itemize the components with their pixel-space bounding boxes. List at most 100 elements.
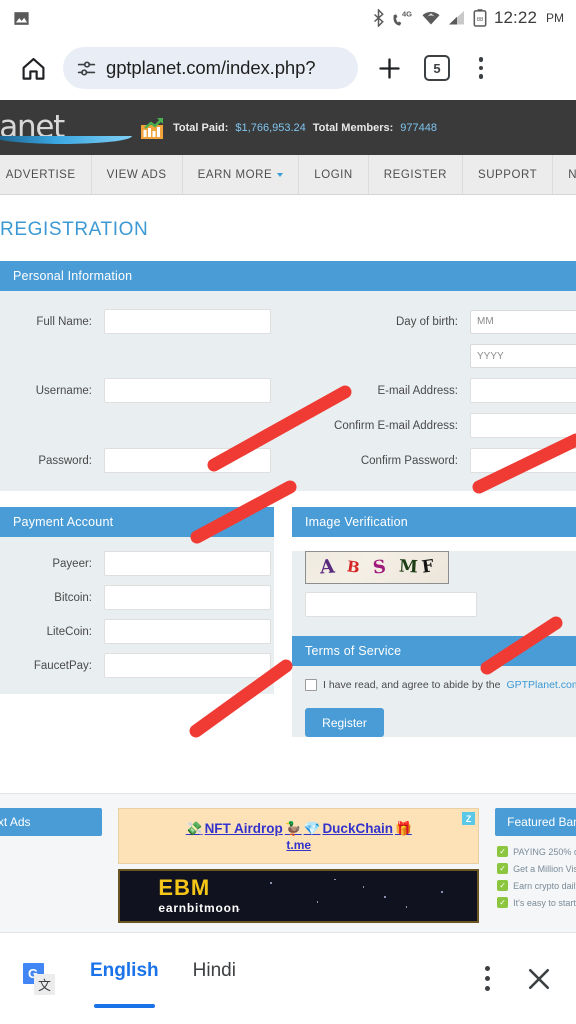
confirm-password-input[interactable] xyxy=(470,448,576,473)
username-input[interactable] xyxy=(104,378,271,403)
captcha-input[interactable] xyxy=(305,592,477,617)
bitcoin-input[interactable] xyxy=(104,585,271,610)
nav-label: EARN MORE xyxy=(197,168,273,181)
full-name-label: Full Name: xyxy=(36,315,92,328)
email-input[interactable] xyxy=(470,378,576,403)
translate-target-language[interactable]: Hindi xyxy=(193,960,236,998)
captcha-char: S xyxy=(372,555,388,579)
captcha-char: M xyxy=(398,556,419,578)
gem-emoji: 💎 xyxy=(303,820,321,836)
translate-close-button[interactable] xyxy=(524,964,554,994)
nav-item-advertise[interactable]: ADVERTISE xyxy=(0,155,92,194)
username-label: Username: xyxy=(35,384,92,397)
featured-banner-panel: Featured Banner ✓ PAYING 250% on Ad Packs… xyxy=(495,808,576,923)
confirm-password-label: Confirm Password: xyxy=(360,454,458,467)
personal-information-body: Full Name: Day of birth: MM - xyxy=(0,291,576,491)
list-item: ✓ It's easy to start today xyxy=(495,894,576,911)
nav-item-view-ads[interactable]: VIEW ADS xyxy=(92,155,183,194)
terms-agreement-row: I have read, and agree to abide by the G… xyxy=(292,666,576,691)
list-item: ✓ Get a Million Visitors xyxy=(495,860,576,877)
dob-month-value: MM xyxy=(477,316,494,327)
translate-bar-actions xyxy=(485,964,554,994)
nav-item-news[interactable]: NEWS xyxy=(553,155,576,194)
text-ad[interactable]: 💸 NFT Airdrop 🦆 💎 DuckChain 🎁 t.me Z xyxy=(118,808,480,864)
faucetpay-label: FaucetPay: xyxy=(33,659,92,672)
payeer-input[interactable] xyxy=(104,551,271,576)
translate-menu-button[interactable] xyxy=(485,966,490,991)
site-logo[interactable]: gptplanet xyxy=(0,112,140,144)
status-left-icons xyxy=(12,9,31,28)
new-tab-button[interactable] xyxy=(367,46,411,90)
page-body: REGISTRATION Personal Information Full N… xyxy=(0,195,576,968)
password-input[interactable] xyxy=(104,448,271,473)
register-button[interactable]: Register xyxy=(305,708,384,737)
featured-banner-header: Featured Banner xyxy=(495,808,576,836)
faucetpay-input[interactable] xyxy=(104,653,271,678)
translate-source-language[interactable]: English xyxy=(90,960,159,1008)
text-ad-line-2[interactable]: t.me xyxy=(286,838,311,852)
dob-month-select[interactable]: MM xyxy=(470,309,576,334)
browser-menu-button[interactable] xyxy=(463,48,499,88)
overflow-menu-icon xyxy=(478,57,484,62)
litecoin-label: LiteCoin: xyxy=(46,625,92,638)
check-icon: ✓ xyxy=(497,846,509,857)
terms-text: I have read, and agree to abide by the xyxy=(323,679,501,691)
plus-icon xyxy=(378,57,400,79)
check-icon: ✓ xyxy=(497,897,509,908)
litecoin-input[interactable] xyxy=(104,619,271,644)
wifi-icon xyxy=(422,11,440,25)
payment-account-body: Payeer: Bitcoin: LiteCoin: FaucetPay: xyxy=(0,537,274,694)
center-ads-column: 💸 NFT Airdrop 🦆 💎 DuckChain 🎁 t.me Z EBM ear xyxy=(118,808,480,923)
feature-text: Earn crypto daily xyxy=(513,880,576,891)
close-icon xyxy=(528,968,550,989)
full-name-input[interactable] xyxy=(104,309,271,334)
feature-text: Get a Million Visitors xyxy=(513,863,576,874)
address-bar[interactable]: gptplanet.com/index.php? xyxy=(63,47,358,89)
confirm-email-label: Confirm E-mail Address: xyxy=(334,419,458,432)
payment-account-panel: Payment Account Payeer: Bitcoin: LiteCoi… xyxy=(0,507,274,759)
captcha-char: F xyxy=(420,556,436,578)
banner-ad-logo: EBM xyxy=(158,875,211,900)
browser-toolbar: gptplanet.com/index.php? 5 xyxy=(0,36,576,100)
confirm-email-input[interactable] xyxy=(470,413,576,438)
banner-ad[interactable]: EBM earnbitmoon xyxy=(118,869,480,923)
ad-network-badge: Z xyxy=(462,812,476,825)
signal-bars-icon xyxy=(448,11,464,25)
dob-row-2: YYYY xyxy=(470,344,576,368)
personal-information-header: Personal Information xyxy=(0,261,576,291)
banner-ad-name: earnbitmoon xyxy=(158,901,240,915)
android-status-bar: 4G 88 12:22 PM xyxy=(0,0,576,36)
terms-checkbox[interactable] xyxy=(305,679,317,691)
image-icon xyxy=(14,11,29,25)
terms-link[interactable]: GPTPlanet.com rules xyxy=(506,679,576,691)
chevron-down-icon xyxy=(277,172,284,177)
featured-text-ads-panel: Featured Text Ads Advertise here xyxy=(0,808,103,923)
nav-item-earn-more[interactable]: EARN MORE xyxy=(183,155,300,194)
image-verification-body: A B S M F Terms of Service I have read, … xyxy=(292,551,576,737)
main-navigation: HOME ADVERTISE VIEW ADS EARN MORE LOGIN … xyxy=(0,155,576,195)
captcha-image: A B S M F xyxy=(305,551,449,584)
text-ad-part-2: DuckChain xyxy=(322,821,393,836)
status-right-icons: 4G 88 12:22 PM xyxy=(372,8,564,28)
personal-information-panel: Personal Information Full Name: Day of b… xyxy=(0,261,576,491)
nav-label: ADVERTISE xyxy=(5,168,76,181)
google-translate-bar: G 文 English Hindi xyxy=(0,932,576,1024)
total-members-label: Total Members: xyxy=(312,121,394,134)
google-translate-icon: G 文 xyxy=(22,962,56,996)
site-settings-icon[interactable] xyxy=(76,58,97,79)
captcha-char: B xyxy=(346,557,362,577)
nav-label: LOGIN xyxy=(314,168,353,181)
advertise-here-link[interactable]: Advertise here xyxy=(0,836,102,855)
site-header: gptplanet Total Paid: $1,766,953.24 xyxy=(0,100,576,155)
web-content-viewport[interactable]: gptplanet Total Paid: $1,766,953.24 xyxy=(0,100,576,968)
total-paid-label: Total Paid: xyxy=(173,121,229,134)
nav-item-register[interactable]: REGISTER xyxy=(369,155,463,194)
tab-switcher-button[interactable]: 5 xyxy=(424,55,450,81)
svg-text:文: 文 xyxy=(38,979,51,994)
home-button[interactable] xyxy=(12,47,54,89)
nav-item-support[interactable]: SUPPORT xyxy=(463,155,554,194)
nav-item-login[interactable]: LOGIN xyxy=(299,155,369,194)
payeer-label: Payeer: xyxy=(52,557,92,570)
address-bar-url: gptplanet.com/index.php? xyxy=(106,57,316,78)
dob-year-select[interactable]: YYYY xyxy=(470,344,576,368)
